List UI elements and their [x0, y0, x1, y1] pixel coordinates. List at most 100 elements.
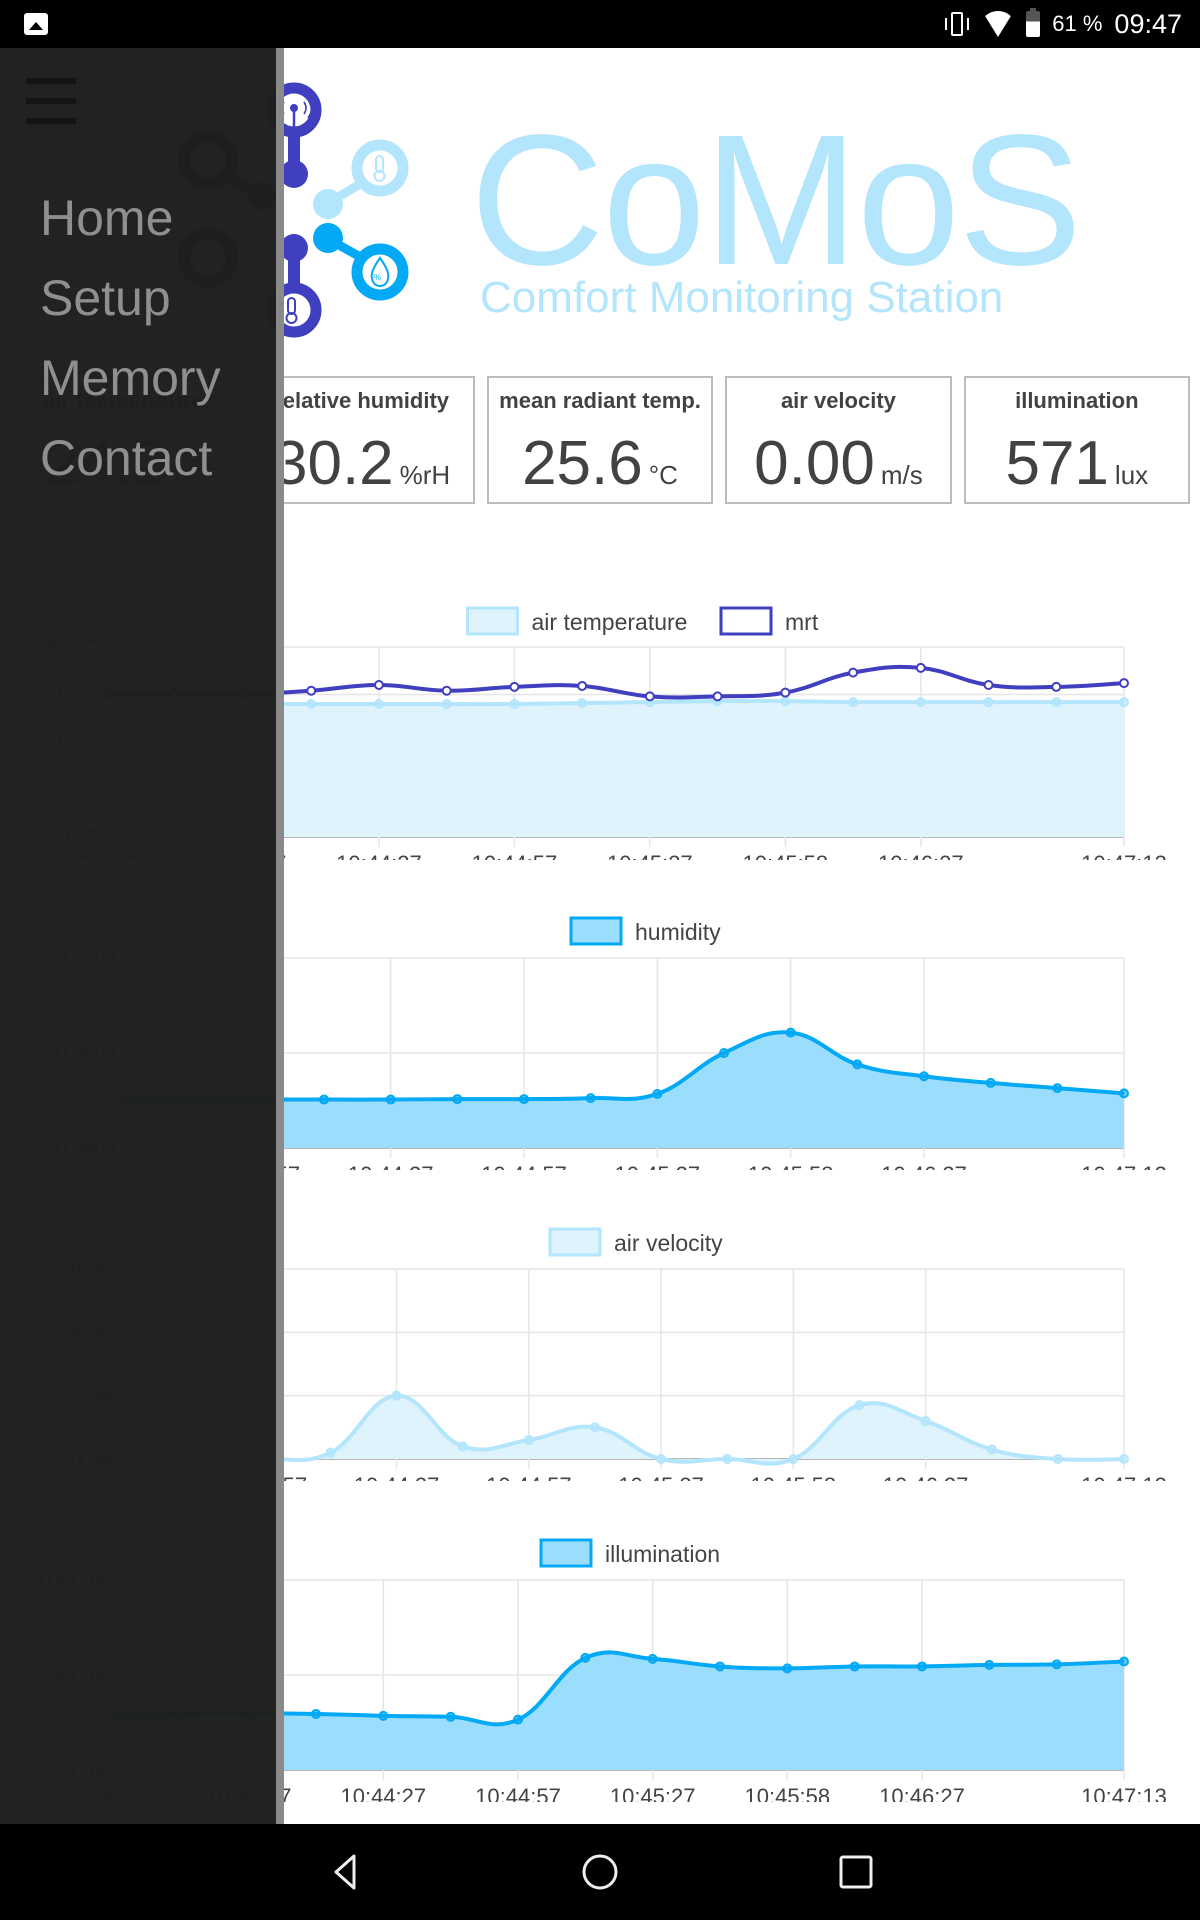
data-point	[311, 1708, 321, 1719]
x-tick-label: 10:44:57	[481, 1162, 567, 1170]
card-unit: m/s	[880, 460, 923, 490]
legend-swatch	[466, 606, 519, 636]
data-point	[788, 1454, 799, 1464]
data-point	[849, 1661, 860, 1672]
recents-icon[interactable]	[836, 1852, 876, 1892]
screen: 61 % 09:47 % CoMoS Comfort Monitoring St…	[0, 0, 1200, 1920]
legend-label: mrt	[785, 609, 819, 635]
x-tick-label: 10:45:27	[607, 851, 693, 860]
thermometer-node-icon	[351, 139, 409, 197]
data-point	[1119, 1088, 1129, 1099]
data-point	[577, 680, 588, 691]
card-illumination: illumination 571 lux	[963, 376, 1191, 504]
data-point	[445, 1711, 456, 1722]
hamburger-icon[interactable]	[26, 78, 76, 128]
chart-legend: air velocity	[548, 1227, 723, 1257]
data-point	[1052, 1454, 1063, 1464]
card-unit: %rH	[399, 460, 451, 490]
svg-text:%: %	[374, 273, 381, 282]
legend-label: illumination	[605, 1541, 720, 1567]
image-notification-icon	[24, 13, 48, 35]
back-icon[interactable]	[326, 1852, 366, 1892]
data-point	[585, 1093, 596, 1104]
menu-item-memory[interactable]: Memory	[40, 338, 221, 418]
data-point	[373, 680, 384, 690]
data-point	[780, 696, 791, 707]
x-tick-label: 10:44:57	[475, 1784, 561, 1802]
data-point	[523, 1435, 534, 1445]
legend-label: air velocity	[614, 1230, 723, 1256]
x-tick-label: 10:46:27	[881, 1162, 967, 1170]
legend-label: humidity	[635, 919, 721, 945]
system-nav-bar	[0, 1824, 1200, 1920]
legend-swatch	[569, 916, 623, 946]
drawer-edge-handle[interactable]	[276, 48, 284, 1824]
data-point	[325, 1447, 336, 1458]
card-unit: lux	[1114, 460, 1149, 490]
data-point	[441, 699, 452, 709]
x-tick-label: 10:46:27	[879, 1784, 965, 1802]
menu-item-setup[interactable]: Setup	[40, 258, 221, 338]
data-point	[780, 687, 791, 698]
x-tick-label: 10:47:13	[1081, 1784, 1167, 1802]
card-value: 0.00	[754, 429, 875, 498]
data-point	[852, 1059, 863, 1070]
card-air-velocity: air velocity 0.00 m/s	[725, 376, 952, 504]
card-value: 25.6	[522, 429, 643, 498]
x-tick-label: 10:44:27	[341, 1784, 427, 1802]
card-title: illumination	[1015, 388, 1139, 413]
data-point	[722, 1454, 733, 1464]
x-tick-label: 10:45:27	[618, 1473, 704, 1481]
data-point	[441, 685, 452, 696]
x-tick-label: 10:45:27	[610, 1784, 696, 1802]
chart-legend: illumination	[539, 1538, 720, 1568]
status-bar: 61 % 09:47	[0, 0, 1200, 48]
card-mean-radiant-temp: mean radiant temp. 25.6 °C	[486, 376, 714, 504]
x-tick-label: 10:45:58	[743, 851, 829, 860]
data-point	[589, 1422, 600, 1433]
x-tick-label: 10:44:27	[354, 1473, 440, 1481]
clock: 09:47	[1114, 8, 1182, 39]
menu-item-home[interactable]: Home	[40, 178, 221, 258]
menu-item-contact[interactable]: Contact	[40, 418, 221, 498]
card-value: 30.2	[272, 429, 394, 498]
battery-percent: 61 %	[1052, 11, 1103, 36]
drawer-menu: Home Setup Memory Contact	[40, 178, 221, 498]
data-point	[513, 1714, 523, 1725]
data-point	[715, 1661, 725, 1672]
data-point	[652, 1088, 663, 1099]
data-point	[452, 1094, 463, 1105]
data-point	[920, 1416, 931, 1426]
data-point	[848, 667, 859, 678]
data-point	[1052, 1083, 1063, 1094]
data-point	[1119, 678, 1129, 689]
x-tick-label: 10:45:58	[748, 1162, 834, 1170]
data-point	[983, 680, 994, 690]
x-tick-label: 10:47:13	[1081, 1162, 1167, 1170]
data-point	[915, 662, 926, 673]
data-point	[1119, 1656, 1129, 1667]
data-point	[785, 1027, 796, 1038]
legend-swatch	[548, 1227, 602, 1257]
data-point	[319, 1094, 329, 1105]
data-point	[1051, 697, 1062, 708]
data-point	[577, 698, 588, 709]
data-point	[391, 1390, 402, 1401]
data-point	[985, 1077, 996, 1088]
data-point	[1051, 681, 1062, 692]
wifi-icon	[982, 11, 1015, 37]
card-value: 571	[1005, 429, 1109, 498]
data-point	[373, 699, 384, 709]
data-point	[306, 699, 317, 709]
data-point	[984, 1659, 995, 1670]
legend-label: air temperature	[532, 609, 688, 635]
data-point	[519, 1094, 529, 1105]
data-point	[782, 1663, 793, 1674]
x-tick-label: 10:44:57	[472, 851, 558, 860]
data-point	[457, 1441, 468, 1452]
data-point	[509, 681, 520, 692]
home-icon[interactable]	[580, 1852, 620, 1892]
data-point	[1119, 697, 1129, 708]
data-point	[915, 697, 926, 708]
x-tick-label: 10:46:27	[878, 851, 964, 860]
